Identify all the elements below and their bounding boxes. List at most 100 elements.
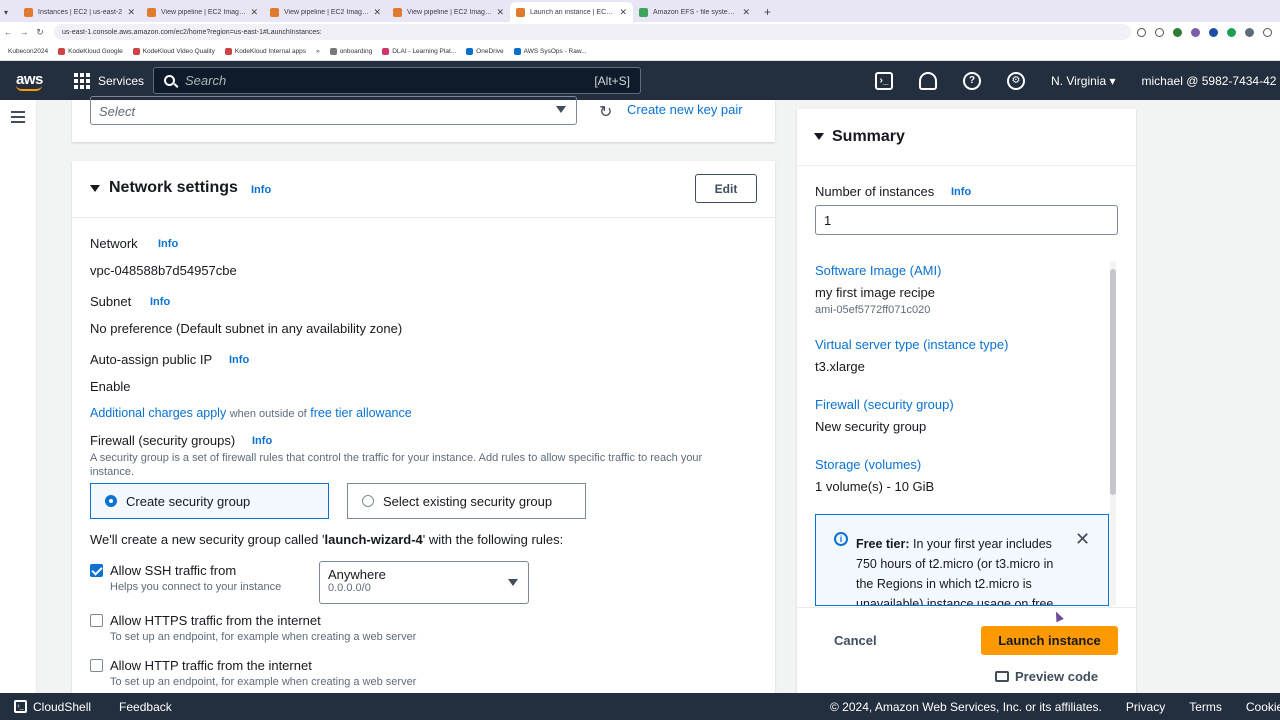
back-arrow-icon[interactable]: ←: [0, 27, 16, 37]
info-link[interactable]: Info: [252, 435, 272, 447]
browser-tab[interactable]: View pipeline | EC2 Image Build✕: [141, 2, 264, 22]
bookmark-folder[interactable]: onboarding: [329, 47, 372, 55]
terms-link[interactable]: Terms: [1189, 700, 1222, 714]
extension-icon[interactable]: [1173, 27, 1182, 37]
cookie-preferences-link[interactable]: Cookie prefer: [1246, 700, 1280, 714]
instance-type-link[interactable]: Virtual server type (instance type): [815, 337, 1008, 352]
key-pair-select[interactable]: Select: [90, 96, 577, 125]
help-icon[interactable]: ?: [963, 71, 981, 90]
ssh-source-select[interactable]: Anywhere 0.0.0.0/0: [319, 561, 529, 604]
bookmark-item[interactable]: OneDrive: [466, 47, 504, 55]
caret-down-icon: [556, 106, 566, 113]
network-settings-title: Network settings: [109, 179, 238, 196]
summary-scrollbar-thumb[interactable]: [1110, 269, 1116, 495]
services-menu[interactable]: Services: [74, 72, 144, 89]
tab-close-icon[interactable]: ✕: [496, 7, 504, 18]
bookmark-item[interactable]: KodeKloud Internal apps: [224, 47, 306, 55]
global-search-input[interactable]: Search [Alt+S]: [153, 67, 641, 94]
privacy-link[interactable]: Privacy: [1126, 700, 1165, 714]
browser-tab[interactable]: Amazon EFS - file systems list ✕: [633, 2, 756, 22]
select-existing-group-option[interactable]: Select existing security group: [347, 483, 586, 519]
network-label: Network: [90, 236, 138, 251]
extension-icon[interactable]: [1227, 27, 1236, 37]
https-label: Allow HTTPS traffic from the internet: [110, 613, 321, 628]
ssh-checkbox[interactable]: [90, 564, 103, 577]
extension-icon[interactable]: [1209, 27, 1218, 37]
bookmark-item[interactable]: KodeKloud Video Quality: [132, 47, 215, 55]
number-of-instances-input[interactable]: 1: [815, 205, 1118, 235]
nav-utilities: ›_ ? ⚙ N. Virginia ▾ michael @ 5982-7434…: [875, 61, 1276, 100]
tab-close-icon[interactable]: ✕: [619, 7, 627, 18]
aws-logo[interactable]: aws: [0, 61, 60, 100]
browser-tab[interactable]: View pipeline | EC2 Image Build✕: [387, 2, 510, 22]
summary-panel: Summary Number of instances Info 1 Softw…: [797, 109, 1136, 693]
cloudshell-icon[interactable]: ›_: [875, 71, 893, 90]
tab-close-icon[interactable]: ✕: [250, 7, 258, 18]
info-link[interactable]: Info: [951, 186, 971, 198]
code-preview-icon: [995, 671, 1009, 682]
ami-id: ami-05ef5772ff071c020: [815, 304, 931, 316]
url-text: us-east-1.console.aws.amazon.com/ec2/hom…: [62, 28, 322, 36]
info-link[interactable]: Info: [251, 184, 271, 196]
browser-tab[interactable]: Instances | EC2 | us-east-2 ✕: [18, 2, 141, 22]
bookmark-star-icon[interactable]: [1155, 27, 1164, 37]
settings-gear-icon[interactable]: ⚙: [1007, 71, 1025, 90]
account-menu[interactable]: michael @ 5982-7434-42: [1142, 74, 1277, 88]
create-security-group-option[interactable]: Create security group: [90, 483, 329, 519]
firewall-link[interactable]: Firewall (security group): [815, 397, 954, 412]
forward-arrow-icon[interactable]: →: [16, 27, 32, 37]
create-key-pair-link[interactable]: Create new key pair: [627, 102, 743, 117]
collapse-caret-icon[interactable]: [90, 185, 100, 192]
tab-list-chevron-icon[interactable]: ▾: [4, 2, 18, 22]
caret-down-icon: [508, 579, 518, 586]
zoom-icon[interactable]: [1137, 27, 1146, 37]
extension-icon[interactable]: [1245, 27, 1254, 37]
tab-close-icon[interactable]: ✕: [127, 7, 135, 18]
bookmark-item[interactable]: DLAI - Learning Plat...: [382, 47, 456, 55]
cancel-button[interactable]: Cancel: [834, 633, 877, 648]
bookmarks-overflow-icon[interactable]: »: [316, 48, 320, 55]
hamburger-menu-icon[interactable]: [11, 111, 25, 126]
additional-charges-link[interactable]: Additional charges apply: [90, 406, 226, 420]
http-checkbox[interactable]: [90, 659, 103, 672]
close-icon[interactable]: ✕: [1075, 529, 1090, 550]
tab-close-icon[interactable]: ✕: [742, 7, 750, 18]
region-selector[interactable]: N. Virginia ▾: [1051, 74, 1116, 88]
browser-tab-active[interactable]: Launch an instance | EC2 | us-e✕: [510, 2, 633, 22]
preview-code-button[interactable]: Preview code: [995, 669, 1098, 684]
collapse-caret-icon[interactable]: [814, 133, 824, 140]
bookmark-favicon-icon: [382, 47, 390, 55]
browser-tab[interactable]: View pipeline | EC2 Image Build✕: [264, 2, 387, 22]
aws-top-nav: aws Services Search [Alt+S] ›_ ? ⚙ N. Vi…: [0, 61, 1280, 100]
bookmark-item[interactable]: Kubecon2024: [8, 48, 48, 55]
edit-button[interactable]: Edit: [695, 174, 757, 203]
storage-link[interactable]: Storage (volumes): [815, 457, 921, 472]
https-checkbox[interactable]: [90, 614, 103, 627]
info-link[interactable]: Info: [150, 296, 170, 308]
instance-type-value: t3.xlarge: [815, 359, 865, 374]
launch-instance-button[interactable]: Launch instance: [981, 626, 1118, 655]
bookmark-item[interactable]: KodeKloud Google: [58, 47, 123, 55]
reload-icon[interactable]: ↻: [32, 27, 48, 38]
ami-link[interactable]: Software Image (AMI): [815, 263, 941, 278]
bookmark-item[interactable]: AWS SysOps - Raw...: [513, 47, 587, 55]
firewall-description: A security group is a set of firewall ru…: [90, 452, 703, 464]
info-link[interactable]: Info: [158, 238, 178, 250]
public-ip-value: Enable: [90, 379, 131, 394]
tab-close-icon[interactable]: ✕: [373, 7, 381, 18]
cloudshell-icon: ›_: [14, 700, 27, 713]
new-tab-plus-icon[interactable]: +: [756, 2, 779, 22]
security-group-name: launch-wizard-4: [324, 532, 423, 547]
feedback-link[interactable]: Feedback: [119, 700, 172, 714]
extensions-puzzle-icon[interactable]: [1263, 27, 1272, 37]
info-link[interactable]: Info: [229, 354, 249, 366]
extension-icon[interactable]: [1191, 27, 1200, 37]
aws-favicon-icon: [147, 7, 156, 17]
extension-icons: [1137, 27, 1280, 37]
refresh-icon[interactable]: ↻: [599, 102, 612, 122]
url-field[interactable]: us-east-1.console.aws.amazon.com/ec2/hom…: [54, 24, 1131, 40]
notifications-bell-icon[interactable]: [919, 71, 937, 90]
cloudshell-link[interactable]: CloudShell: [33, 700, 91, 714]
https-description: To set up an endpoint, for example when …: [110, 631, 417, 643]
free-tier-link[interactable]: free tier allowance: [310, 406, 411, 420]
